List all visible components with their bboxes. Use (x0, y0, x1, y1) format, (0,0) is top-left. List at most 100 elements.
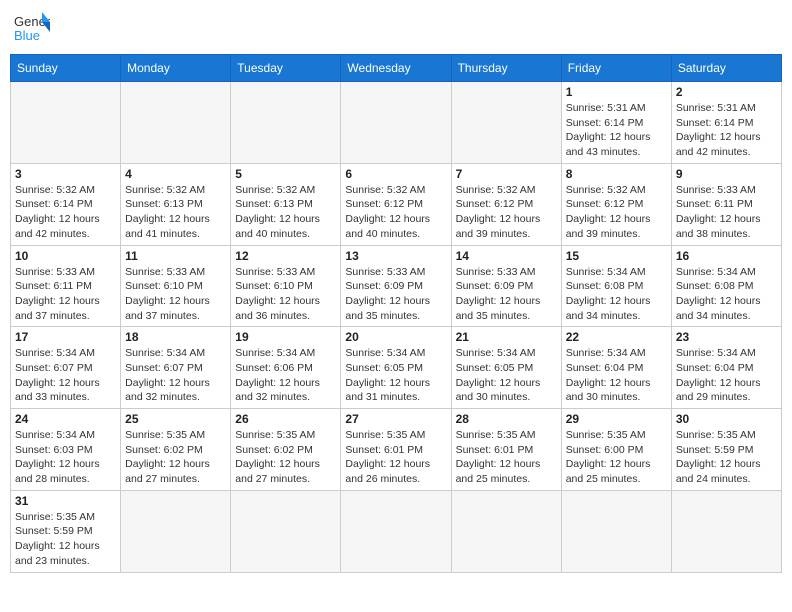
day-info: Sunrise: 5:34 AM Sunset: 6:04 PM Dayligh… (676, 346, 777, 405)
day-number: 26 (235, 412, 336, 426)
day-info: Sunrise: 5:35 AM Sunset: 5:59 PM Dayligh… (676, 428, 777, 487)
logo-icon: General Blue (14, 10, 50, 46)
calendar-cell (561, 490, 671, 572)
day-number: 20 (345, 330, 446, 344)
day-number: 8 (566, 167, 667, 181)
day-number: 22 (566, 330, 667, 344)
calendar-cell (231, 490, 341, 572)
day-number: 21 (456, 330, 557, 344)
calendar-cell: 23 Sunrise: 5:34 AM Sunset: 6:04 PM Dayli… (671, 327, 781, 409)
day-number: 2 (676, 85, 777, 99)
day-number: 4 (125, 167, 226, 181)
day-number: 19 (235, 330, 336, 344)
calendar-cell: 18Sunrise: 5:34 AM Sunset: 6:07 PM Dayli… (121, 327, 231, 409)
day-number: 12 (235, 249, 336, 263)
day-info: Sunrise: 5:35 AM Sunset: 5:59 PM Dayligh… (15, 510, 116, 569)
day-number: 27 (345, 412, 446, 426)
day-info: Sunrise: 5:31 AM Sunset: 6:14 PM Dayligh… (566, 101, 667, 160)
calendar-cell: 3Sunrise: 5:32 AM Sunset: 6:14 PM Daylig… (11, 163, 121, 245)
day-number: 30 (676, 412, 777, 426)
day-number: 11 (125, 249, 226, 263)
day-info: Sunrise: 5:32 AM Sunset: 6:12 PM Dayligh… (456, 183, 557, 242)
calendar-cell (671, 490, 781, 572)
day-info: Sunrise: 5:35 AM Sunset: 6:01 PM Dayligh… (456, 428, 557, 487)
calendar-cell: 1 Sunrise: 5:31 AM Sunset: 6:14 PM Daylig… (561, 82, 671, 164)
calendar-table: SundayMondayTuesdayWednesdayThursdayFrid… (10, 54, 782, 573)
day-number: 23 (676, 330, 777, 344)
weekday-header-friday: Friday (561, 55, 671, 82)
calendar-cell: 17 Sunrise: 5:34 AM Sunset: 6:07 PM Dayli… (11, 327, 121, 409)
calendar-cell (231, 82, 341, 164)
calendar-cell: 13Sunrise: 5:33 AM Sunset: 6:09 PM Dayli… (341, 245, 451, 327)
page-header: General Blue (10, 10, 782, 46)
day-number: 17 (15, 330, 116, 344)
weekday-header-sunday: Sunday (11, 55, 121, 82)
week-row-4: 17 Sunrise: 5:34 AM Sunset: 6:07 PM Dayli… (11, 327, 782, 409)
week-row-2: 3Sunrise: 5:32 AM Sunset: 6:14 PM Daylig… (11, 163, 782, 245)
calendar-cell: 28 Sunrise: 5:35 AM Sunset: 6:01 PM Dayli… (451, 409, 561, 491)
calendar-cell: 14 Sunrise: 5:33 AM Sunset: 6:09 PM Dayli… (451, 245, 561, 327)
week-row-6: 31 Sunrise: 5:35 AM Sunset: 5:59 PM Dayli… (11, 490, 782, 572)
calendar-cell: 29Sunrise: 5:35 AM Sunset: 6:00 PM Dayli… (561, 409, 671, 491)
day-info: Sunrise: 5:35 AM Sunset: 6:01 PM Dayligh… (345, 428, 446, 487)
calendar-cell (341, 82, 451, 164)
week-row-3: 10 Sunrise: 5:33 AM Sunset: 6:11 PM Dayli… (11, 245, 782, 327)
day-number: 28 (456, 412, 557, 426)
day-info: Sunrise: 5:34 AM Sunset: 6:05 PM Dayligh… (345, 346, 446, 405)
calendar-cell: 25Sunrise: 5:35 AM Sunset: 6:02 PM Dayli… (121, 409, 231, 491)
calendar-cell: 5 Sunrise: 5:32 AM Sunset: 6:13 PM Daylig… (231, 163, 341, 245)
day-number: 10 (15, 249, 116, 263)
calendar-cell: 27 Sunrise: 5:35 AM Sunset: 6:01 PM Dayli… (341, 409, 451, 491)
calendar-cell: 30 Sunrise: 5:35 AM Sunset: 5:59 PM Dayli… (671, 409, 781, 491)
day-info: Sunrise: 5:35 AM Sunset: 6:02 PM Dayligh… (235, 428, 336, 487)
weekday-header-monday: Monday (121, 55, 231, 82)
weekday-header-thursday: Thursday (451, 55, 561, 82)
day-info: Sunrise: 5:34 AM Sunset: 6:04 PM Dayligh… (566, 346, 667, 405)
calendar-cell: 31 Sunrise: 5:35 AM Sunset: 5:59 PM Dayli… (11, 490, 121, 572)
calendar-cell: 19Sunrise: 5:34 AM Sunset: 6:06 PM Dayli… (231, 327, 341, 409)
day-info: Sunrise: 5:34 AM Sunset: 6:07 PM Dayligh… (15, 346, 116, 405)
day-number: 24 (15, 412, 116, 426)
day-number: 14 (456, 249, 557, 263)
day-number: 13 (345, 249, 446, 263)
day-number: 15 (566, 249, 667, 263)
day-info: Sunrise: 5:35 AM Sunset: 6:00 PM Dayligh… (566, 428, 667, 487)
day-info: Sunrise: 5:32 AM Sunset: 6:12 PM Dayligh… (345, 183, 446, 242)
day-number: 31 (15, 494, 116, 508)
logo: General Blue (14, 10, 50, 46)
weekday-header-tuesday: Tuesday (231, 55, 341, 82)
day-info: Sunrise: 5:33 AM Sunset: 6:09 PM Dayligh… (456, 265, 557, 324)
svg-text:Blue: Blue (14, 28, 40, 43)
day-number: 1 (566, 85, 667, 99)
day-info: Sunrise: 5:32 AM Sunset: 6:13 PM Dayligh… (235, 183, 336, 242)
calendar-cell: 7Sunrise: 5:32 AM Sunset: 6:12 PM Daylig… (451, 163, 561, 245)
calendar-cell (451, 490, 561, 572)
calendar-cell: 9Sunrise: 5:33 AM Sunset: 6:11 PM Daylig… (671, 163, 781, 245)
day-info: Sunrise: 5:33 AM Sunset: 6:11 PM Dayligh… (15, 265, 116, 324)
day-number: 9 (676, 167, 777, 181)
calendar-cell: 16Sunrise: 5:34 AM Sunset: 6:08 PM Dayli… (671, 245, 781, 327)
calendar-cell (11, 82, 121, 164)
weekday-header-saturday: Saturday (671, 55, 781, 82)
day-info: Sunrise: 5:34 AM Sunset: 6:08 PM Dayligh… (566, 265, 667, 324)
weekday-header-row: SundayMondayTuesdayWednesdayThursdayFrid… (11, 55, 782, 82)
calendar-cell (451, 82, 561, 164)
calendar-cell (341, 490, 451, 572)
calendar-cell: 10 Sunrise: 5:33 AM Sunset: 6:11 PM Dayli… (11, 245, 121, 327)
calendar-cell: 24Sunrise: 5:34 AM Sunset: 6:03 PM Dayli… (11, 409, 121, 491)
day-number: 5 (235, 167, 336, 181)
day-info: Sunrise: 5:32 AM Sunset: 6:14 PM Dayligh… (15, 183, 116, 242)
calendar-cell: 21Sunrise: 5:34 AM Sunset: 6:05 PM Dayli… (451, 327, 561, 409)
calendar-cell: 26 Sunrise: 5:35 AM Sunset: 6:02 PM Dayli… (231, 409, 341, 491)
calendar-cell: 6Sunrise: 5:32 AM Sunset: 6:12 PM Daylig… (341, 163, 451, 245)
day-number: 25 (125, 412, 226, 426)
day-info: Sunrise: 5:33 AM Sunset: 6:10 PM Dayligh… (125, 265, 226, 324)
week-row-5: 24Sunrise: 5:34 AM Sunset: 6:03 PM Dayli… (11, 409, 782, 491)
weekday-header-wednesday: Wednesday (341, 55, 451, 82)
day-info: Sunrise: 5:32 AM Sunset: 6:12 PM Dayligh… (566, 183, 667, 242)
day-info: Sunrise: 5:34 AM Sunset: 6:07 PM Dayligh… (125, 346, 226, 405)
calendar-cell: 20 Sunrise: 5:34 AM Sunset: 6:05 PM Dayli… (341, 327, 451, 409)
day-info: Sunrise: 5:34 AM Sunset: 6:08 PM Dayligh… (676, 265, 777, 324)
day-info: Sunrise: 5:33 AM Sunset: 6:10 PM Dayligh… (235, 265, 336, 324)
calendar-cell: 8 Sunrise: 5:32 AM Sunset: 6:12 PM Daylig… (561, 163, 671, 245)
